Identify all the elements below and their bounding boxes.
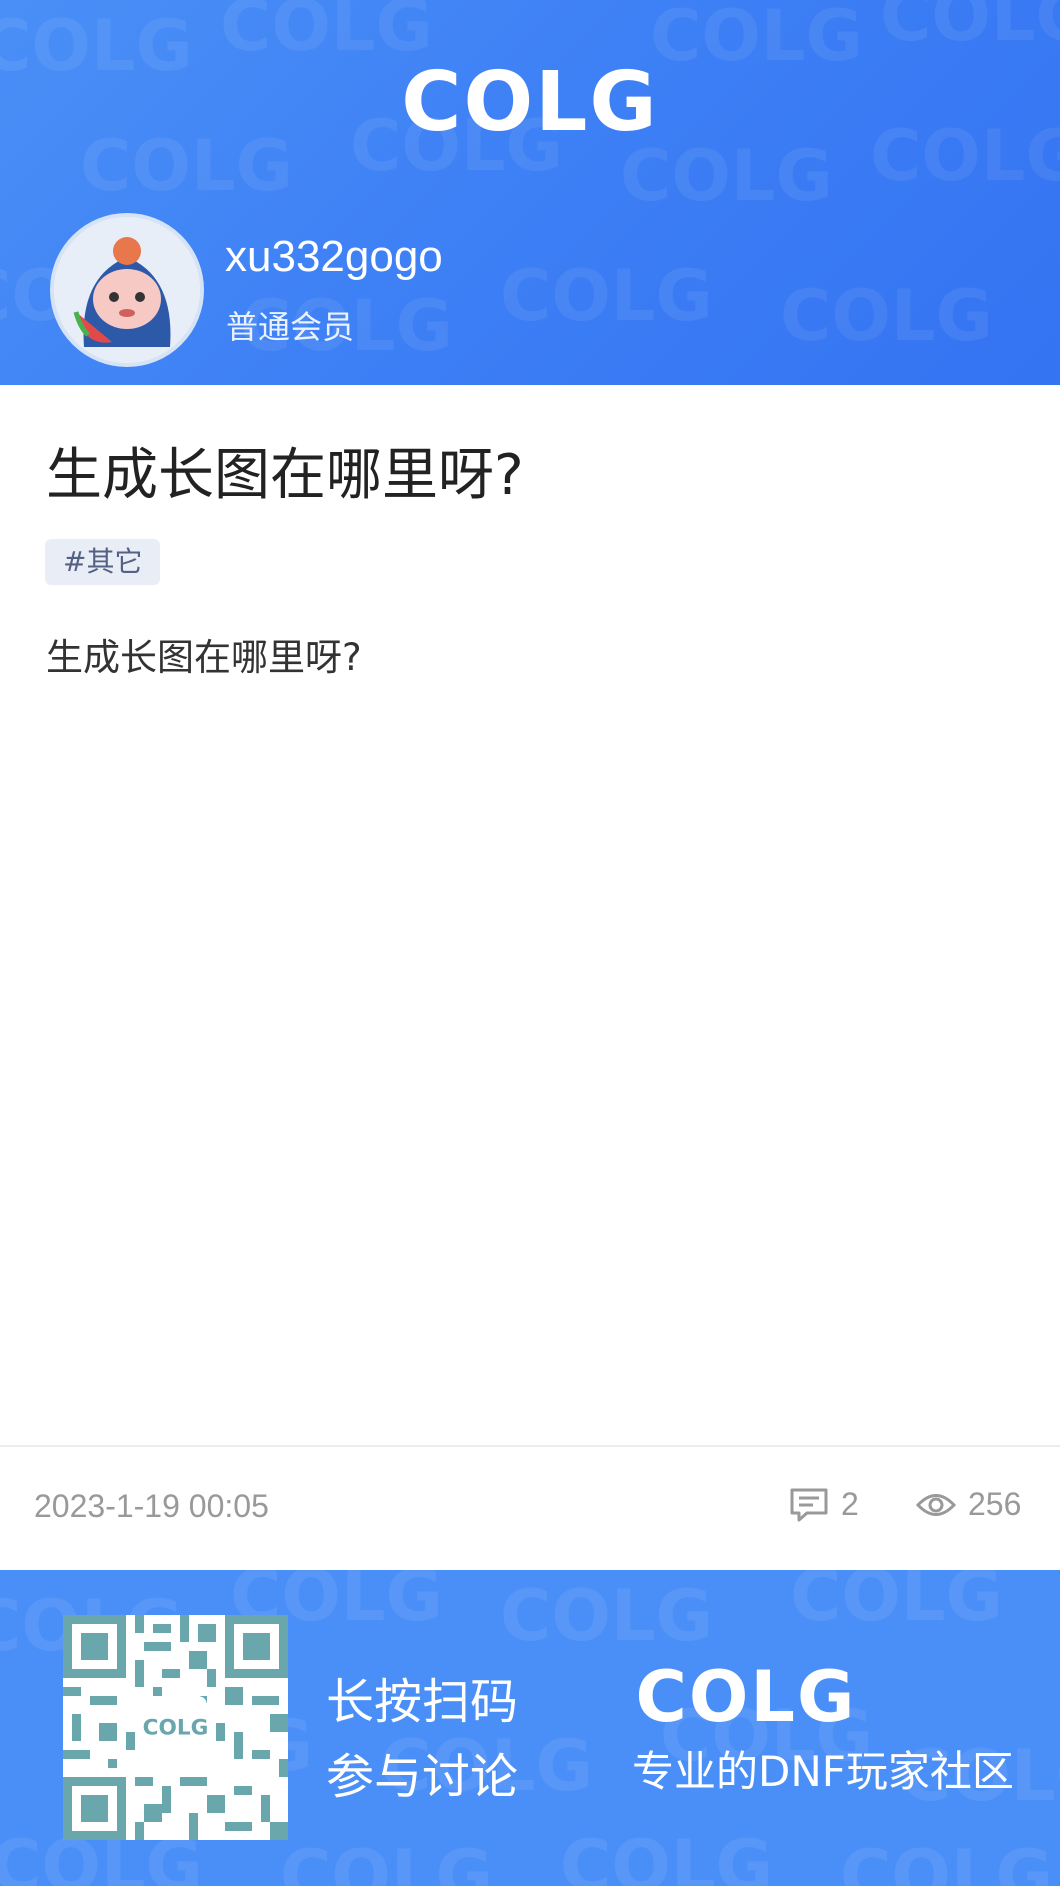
comment-count[interactable]: 2 bbox=[789, 1486, 859, 1523]
svg-text:COLG: COLG bbox=[280, 1835, 493, 1886]
post-content: 生成长图在哪里呀? bbox=[46, 636, 362, 679]
svg-text:COLG: COLG bbox=[880, 0, 1060, 57]
svg-text:COLG: COLG bbox=[790, 1570, 1003, 1637]
svg-text:COLG: COLG bbox=[636, 1656, 857, 1737]
eye-icon bbox=[916, 1493, 956, 1516]
avatar-cartoon-icon bbox=[54, 217, 200, 363]
svg-text:COLG: COLG bbox=[80, 125, 293, 207]
svg-text:COLG: COLG bbox=[401, 55, 658, 150]
scan-instruction-line2: 参与讨论 bbox=[326, 1749, 519, 1805]
post-date: 2023-1-19 00:05 bbox=[34, 1488, 269, 1524]
colg-logo: COLG bbox=[636, 1656, 857, 1737]
svg-text:COLG: COLG bbox=[500, 255, 713, 337]
qr-code[interactable]: COLG bbox=[63, 1615, 288, 1840]
comment-count-value: 2 bbox=[841, 1486, 859, 1522]
svg-text:COLG: COLG bbox=[870, 115, 1060, 197]
username[interactable]: xu332gogo bbox=[225, 232, 443, 282]
svg-text:COLG: COLG bbox=[0, 5, 193, 87]
comment-icon bbox=[790, 1488, 828, 1521]
share-footer: COLGCOLGCOLGCOLG COLGCOLGCOLGCOLG COLGCO… bbox=[0, 1570, 1060, 1886]
slogan: 专业的DNF玩家社区 bbox=[632, 1747, 1014, 1796]
view-count: 256 bbox=[916, 1486, 1021, 1523]
post-title: 生成长图在哪里呀? bbox=[46, 443, 524, 508]
svg-text:COLG: COLG bbox=[143, 1716, 209, 1741]
divider bbox=[0, 1445, 1060, 1447]
svg-text:COLG: COLG bbox=[500, 1575, 713, 1657]
svg-text:COLG: COLG bbox=[560, 1825, 773, 1886]
user-role: 普通会员 bbox=[226, 308, 355, 346]
post-header: COLGCOLGCOLGCOLG COLGCOLGCOLGCOLG COLGCO… bbox=[0, 0, 1060, 385]
topic-tag[interactable]: #其它 bbox=[45, 539, 161, 585]
svg-text:COLG: COLG bbox=[650, 0, 863, 77]
avatar[interactable] bbox=[50, 213, 204, 367]
svg-text:COLG: COLG bbox=[780, 275, 993, 357]
svg-text:COLG: COLG bbox=[840, 1835, 1053, 1886]
colg-logo: COLG bbox=[401, 55, 658, 150]
view-count-value: 256 bbox=[968, 1486, 1022, 1522]
qr-code-icon: COLG bbox=[63, 1615, 288, 1840]
scan-instruction-line1: 长按扫码 bbox=[326, 1674, 519, 1730]
